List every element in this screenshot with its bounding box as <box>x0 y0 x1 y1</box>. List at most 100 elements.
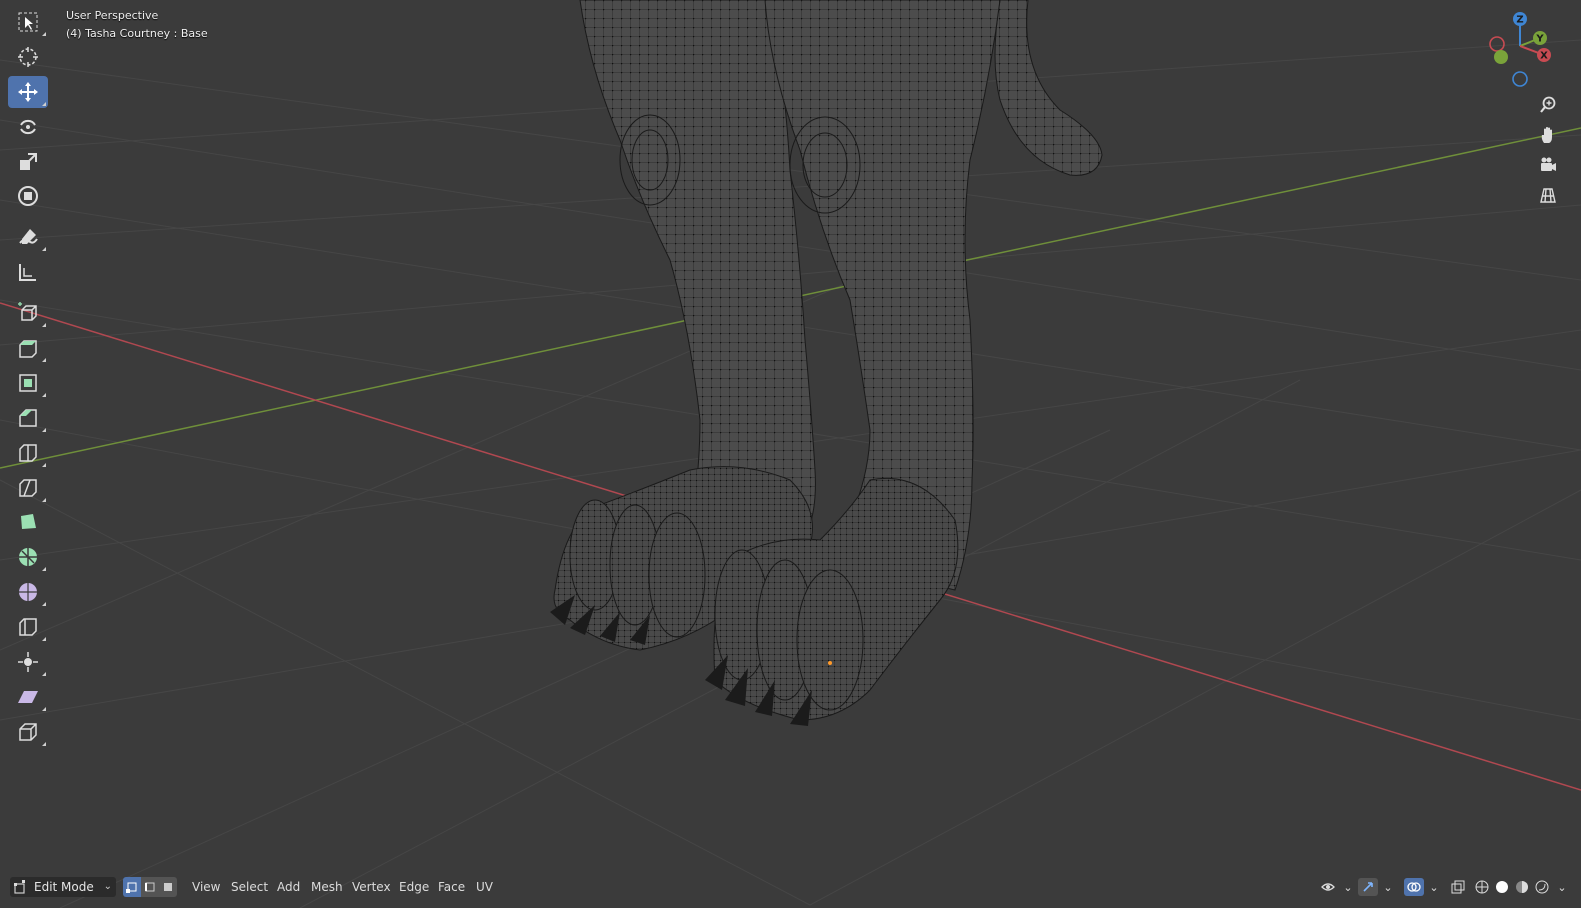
rip-region-tool[interactable] <box>8 716 48 748</box>
visibility-button[interactable] <box>1318 878 1338 896</box>
smooth-tool[interactable] <box>8 576 48 608</box>
neg-y-handle <box>1494 50 1508 64</box>
menu-vertex[interactable]: Vertex <box>348 878 395 896</box>
chevron-down-icon: ⌄ <box>1557 880 1567 894</box>
ortho-toggle-button[interactable] <box>1535 182 1561 208</box>
zoom-icon <box>1540 96 1556 113</box>
move-tool[interactable] <box>8 75 48 108</box>
shear-tool[interactable] <box>8 681 48 713</box>
bevel-tool[interactable] <box>8 402 48 434</box>
rendered-shading-icon <box>1535 880 1549 894</box>
viewport-object-label: (4) Tasha Courtney : Base <box>66 27 208 40</box>
shading-material-button[interactable] <box>1512 878 1532 896</box>
gizmo-icon <box>1363 882 1373 892</box>
menu-uv[interactable]: UV <box>472 878 497 896</box>
spin-icon <box>19 548 37 567</box>
edit-mode-icon <box>14 880 25 894</box>
rip-region-icon <box>19 723 37 741</box>
chevron-down-icon: ⌄ <box>103 881 112 892</box>
3d-viewport[interactable] <box>0 0 1581 908</box>
tool-shelf <box>8 6 50 751</box>
mode-label: Edit Mode <box>34 880 94 894</box>
neg-z-handle <box>1512 71 1528 87</box>
viewport-canvas <box>0 0 1581 908</box>
add-cube-tool[interactable] <box>8 297 48 329</box>
vertex-select-button[interactable] <box>123 877 141 897</box>
shading-rendered-button[interactable] <box>1532 878 1552 896</box>
knife-icon <box>19 478 37 497</box>
spin-tool[interactable] <box>8 541 48 573</box>
transform-tool[interactable] <box>8 180 48 212</box>
face-select-button[interactable] <box>159 877 177 897</box>
shear-icon <box>18 690 38 703</box>
camera-icon <box>1541 157 1556 171</box>
navigation-gizmo[interactable]: Z Y X <box>1484 8 1564 90</box>
vertex-select-icon <box>126 882 137 893</box>
move-icon <box>18 81 38 102</box>
loop-cut-tool[interactable] <box>8 437 48 469</box>
edge-slide-icon <box>19 618 37 636</box>
eye-icon <box>1321 883 1335 891</box>
extrude-icon <box>19 340 37 358</box>
poly-build-icon <box>21 514 36 530</box>
knife-tool[interactable] <box>8 472 48 504</box>
select-box-icon <box>18 12 38 32</box>
camera-view-button[interactable] <box>1535 152 1561 178</box>
overlay-icon <box>1407 882 1421 892</box>
grid-icon <box>1540 188 1556 203</box>
rotate-icon <box>20 119 36 134</box>
viewport-header: Edit Mode ⌄ View Select Add Mesh Vertex … <box>0 875 1581 899</box>
shading-wireframe-button[interactable] <box>1472 878 1492 896</box>
extrude-tool[interactable] <box>8 332 48 364</box>
solid-shading-icon <box>1496 881 1508 893</box>
overlay-toggle-button[interactable] <box>1404 878 1424 896</box>
shading-dropdown[interactable]: ⌄ <box>1552 878 1572 896</box>
menu-mesh[interactable]: Mesh <box>307 878 347 896</box>
xray-toggle-button[interactable] <box>1448 878 1468 896</box>
x-axis-label: X <box>1540 51 1548 62</box>
chevron-down-icon: ⌄ <box>1429 880 1439 894</box>
menu-select[interactable]: Select <box>227 878 272 896</box>
visibility-dropdown[interactable]: ⌄ <box>1338 878 1358 896</box>
add-cube-icon <box>18 302 37 321</box>
menu-view[interactable]: View <box>188 878 224 896</box>
cursor-icon <box>18 46 38 67</box>
selected-vertex <box>828 661 832 665</box>
menu-face[interactable]: Face <box>434 878 469 896</box>
loop-cut-icon <box>19 443 37 462</box>
edge-select-button[interactable] <box>141 877 159 897</box>
gizmo-dropdown[interactable]: ⌄ <box>1378 878 1398 896</box>
rotate-tool[interactable] <box>8 111 48 143</box>
shrink-fatten-icon <box>18 652 38 673</box>
annotate-tool[interactable] <box>8 221 48 253</box>
material-shading-icon <box>1516 881 1528 893</box>
mode-dropdown[interactable]: Edit Mode ⌄ <box>10 877 116 897</box>
bevel-icon <box>19 409 37 427</box>
scale-tool[interactable] <box>8 146 48 178</box>
smooth-icon <box>19 583 37 602</box>
mesh-tail <box>994 0 1103 176</box>
shading-solid-button[interactable] <box>1492 878 1512 896</box>
select-box-tool[interactable] <box>8 6 48 38</box>
zoom-button[interactable] <box>1535 92 1561 118</box>
transform-icon <box>18 186 38 207</box>
measure-tool[interactable] <box>8 256 48 288</box>
menu-edge[interactable]: Edge <box>395 878 433 896</box>
y-axis-label: Y <box>1535 34 1544 45</box>
edge-slide-tool[interactable] <box>8 611 48 643</box>
viewport-perspective-label: User Perspective <box>66 9 159 22</box>
annotate-icon <box>19 229 38 245</box>
select-mode-group <box>123 877 177 897</box>
inset-tool[interactable] <box>8 367 48 399</box>
cursor-tool[interactable] <box>8 41 48 73</box>
gizmo-toggle-button[interactable] <box>1358 878 1378 896</box>
pan-button[interactable] <box>1535 122 1561 148</box>
shrink-fatten-tool[interactable] <box>8 646 48 678</box>
hand-icon <box>1541 127 1552 143</box>
scale-icon <box>20 152 37 170</box>
menu-add[interactable]: Add <box>273 878 304 896</box>
overlay-dropdown[interactable]: ⌄ <box>1424 878 1444 896</box>
edge-select-icon <box>145 882 155 892</box>
poly-build-tool[interactable] <box>8 506 48 538</box>
measure-icon <box>19 264 36 282</box>
